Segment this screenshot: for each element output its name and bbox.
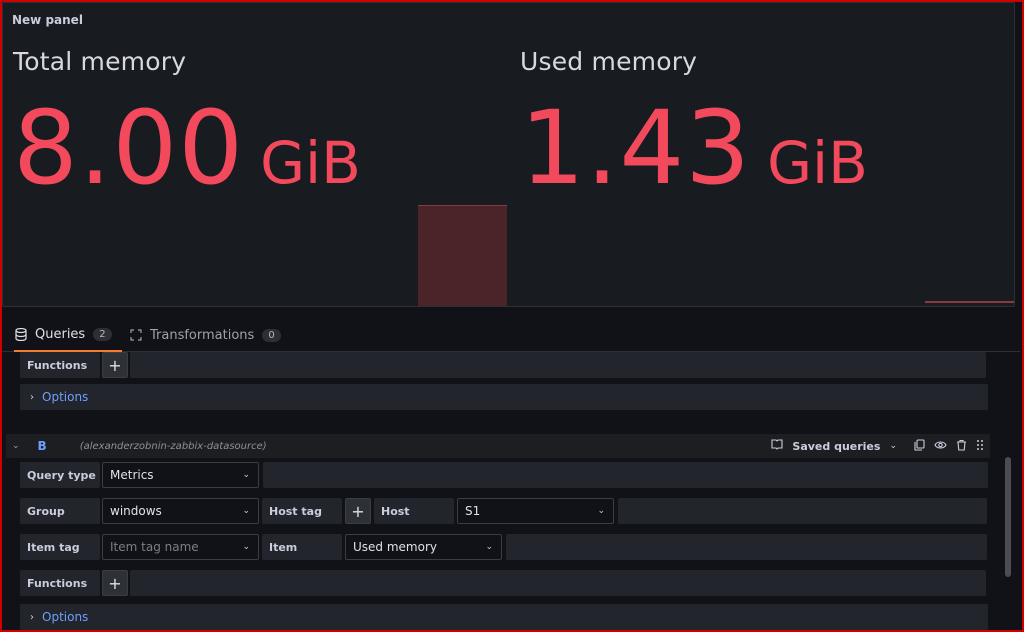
query-b-header[interactable]: ⌄ B (alexanderzobnin-zabbix-datasource) …	[6, 434, 990, 458]
row-filler	[506, 534, 987, 560]
item-row: Item tag Item tag name ⌄ Item Used memor…	[20, 534, 987, 560]
chevron-down-icon[interactable]: ⌄	[889, 441, 897, 451]
query-a-options[interactable]: › Options	[20, 384, 988, 410]
stat-label: Used memory	[520, 47, 698, 76]
group-label: Group	[20, 498, 100, 524]
item-label: Item	[262, 534, 342, 560]
panel-preview[interactable]: New panel Total memory 8.00 GiB Used memo…	[2, 2, 1015, 307]
functions-label: Functions	[20, 570, 100, 596]
sparkline-line	[925, 301, 1014, 303]
stat-number: 8.00	[13, 89, 245, 208]
query-type-select[interactable]: Metrics ⌄	[102, 462, 259, 488]
host-label: Host	[374, 498, 454, 524]
panel-title[interactable]: New panel	[12, 13, 83, 27]
options-label: Options	[42, 610, 89, 624]
count-badge: 2	[93, 327, 112, 341]
chevron-right-icon: ›	[30, 391, 34, 403]
stat-number: 1.43	[520, 89, 752, 208]
datasource-name: (alexanderzobnin-zabbix-datasource)	[79, 440, 267, 452]
chevron-down-icon: ⌄	[485, 542, 493, 552]
query-b-functions-row: Functions +	[20, 570, 986, 596]
group-host-row: Group windows ⌄ Host tag + Host S1 ⌄	[20, 498, 987, 524]
chevron-down-icon: ⌄	[242, 542, 250, 552]
functions-filler	[130, 570, 986, 596]
database-icon	[14, 327, 28, 341]
item-tag-placeholder: Item tag name	[110, 540, 199, 554]
query-a-functions-row: Functions +	[20, 352, 986, 378]
group-select[interactable]: windows ⌄	[102, 498, 259, 524]
chevron-down-icon: ⌄	[597, 506, 605, 516]
chevron-down-icon[interactable]: ⌄	[12, 441, 20, 451]
host-select[interactable]: S1 ⌄	[457, 498, 614, 524]
tab-transformations[interactable]: Transformations 0	[129, 318, 281, 352]
host-value: S1	[465, 504, 481, 518]
stat-unit: GiB	[767, 129, 868, 197]
horizontal-scrollbar[interactable]	[420, 306, 584, 307]
tab-label: Queries	[35, 326, 86, 342]
stat-used-memory: Used memory 1.43 GiB	[520, 47, 868, 208]
chevron-right-icon: ›	[30, 611, 34, 623]
add-host-tag-button[interactable]: +	[345, 498, 371, 524]
query-type-row: Query type Metrics ⌄	[20, 462, 988, 488]
host-tag-label: Host tag	[262, 498, 342, 524]
stat-unit: GiB	[260, 129, 361, 197]
vertical-scrollbar[interactable]	[1005, 457, 1011, 577]
query-type-value: Metrics	[110, 468, 154, 482]
options-label: Options	[42, 390, 89, 404]
book-icon	[771, 439, 783, 453]
stat-label: Total memory	[13, 47, 187, 76]
row-filler	[618, 498, 987, 524]
stat-total-memory: Total memory 8.00 GiB	[13, 47, 361, 208]
copy-icon[interactable]	[914, 438, 925, 454]
drag-handle-icon[interactable]	[976, 439, 984, 454]
tab-queries[interactable]: Queries 2	[14, 318, 122, 352]
query-editor: Functions + › Options ⌄ B (alexanderzobn…	[2, 352, 1020, 630]
item-value: Used memory	[353, 540, 437, 554]
transform-icon	[129, 328, 143, 342]
add-function-button[interactable]: +	[102, 570, 128, 596]
query-name[interactable]: B	[38, 439, 47, 453]
saved-queries-button[interactable]: Saved queries	[792, 440, 880, 453]
sparkline-area	[418, 205, 507, 306]
query-b-options[interactable]: › Options	[20, 604, 988, 630]
stat-value: 8.00 GiB	[13, 89, 361, 208]
chevron-down-icon: ⌄	[242, 470, 250, 480]
row-filler	[263, 462, 988, 488]
stat-value: 1.43 GiB	[520, 89, 868, 208]
functions-label: Functions	[20, 352, 100, 378]
item-select[interactable]: Used memory ⌄	[345, 534, 502, 560]
chevron-down-icon: ⌄	[242, 506, 250, 516]
functions-filler	[130, 352, 986, 378]
group-value: windows	[110, 504, 162, 518]
trash-icon[interactable]	[956, 439, 967, 454]
editor-tabs: Queries 2 Transformations 0	[2, 318, 1020, 352]
add-function-button[interactable]: +	[102, 352, 128, 378]
item-tag-select[interactable]: Item tag name ⌄	[102, 534, 259, 560]
query-actions: Saved queries ⌄	[771, 438, 984, 454]
query-type-label: Query type	[20, 462, 100, 488]
tab-label: Transformations	[150, 327, 255, 343]
count-badge: 0	[262, 328, 281, 342]
item-tag-label: Item tag	[20, 534, 100, 560]
eye-icon[interactable]	[934, 440, 947, 453]
